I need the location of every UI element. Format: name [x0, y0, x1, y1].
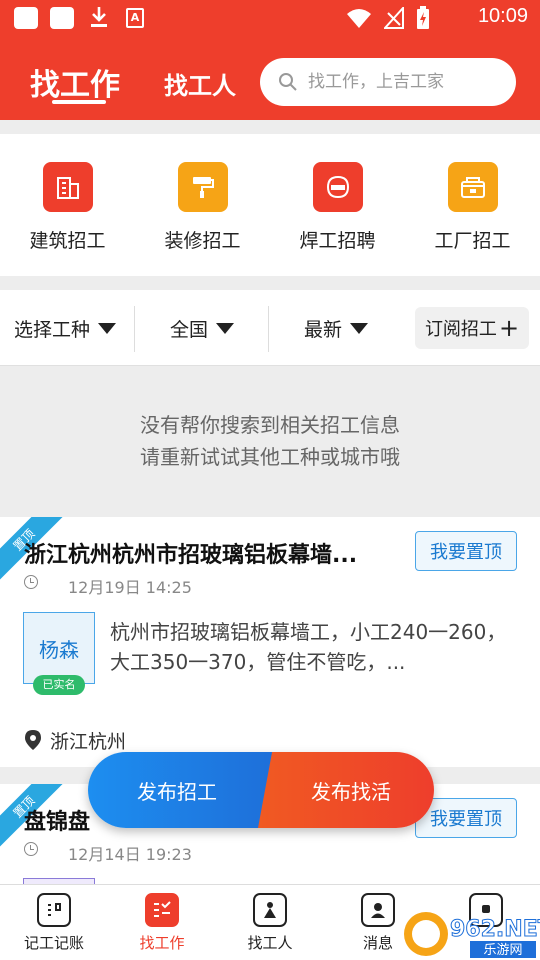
status-bar: A 10:09	[0, 0, 540, 36]
factory-icon	[447, 162, 498, 212]
filter-bar: 选择工种 全国 最新 订阅招工 +	[0, 290, 540, 366]
app-header: 找工作 找工人	[0, 36, 540, 120]
welding-mask-icon	[312, 162, 363, 212]
location-pin-icon	[25, 730, 41, 750]
worker-icon	[253, 893, 287, 927]
divider	[134, 306, 135, 352]
paint-roller-icon	[177, 162, 228, 212]
publish-floating-button: 发布招工 发布找活	[88, 752, 434, 828]
wifi-icon	[347, 9, 371, 28]
nav-find-job[interactable]: 找工作	[108, 885, 216, 960]
plus-icon: +	[498, 314, 520, 342]
active-tab-indicator	[52, 100, 106, 104]
ledger-icon	[37, 893, 71, 927]
category-construction[interactable]: 建筑招工	[0, 134, 135, 276]
nav-ledger[interactable]: 记工记账	[0, 885, 108, 960]
dropdown-arrow-icon	[350, 322, 369, 334]
search-bar[interactable]	[260, 58, 516, 106]
dropdown-arrow-icon	[98, 322, 117, 334]
clock-time: 10:09	[477, 5, 528, 27]
clock-icon	[24, 575, 38, 589]
app-notification-icon: A	[126, 8, 144, 28]
work-type-dropdown[interactable]: 选择工种	[14, 290, 117, 366]
building-icon	[42, 162, 93, 212]
clock-icon	[24, 842, 38, 856]
sort-dropdown[interactable]: 最新	[304, 290, 369, 366]
notification-icon	[14, 7, 38, 29]
find-work-button[interactable]: 发布找活	[258, 752, 434, 828]
category-grid: 建筑招工 装修招工 焊工招聘 工厂招工	[0, 134, 540, 276]
category-welding[interactable]: 焊工招聘	[270, 134, 405, 276]
sort-label: 最新	[304, 318, 343, 341]
region-dropdown[interactable]: 全国	[170, 290, 235, 366]
message-icon	[361, 893, 395, 927]
job-time: 12月14日 19:23	[68, 845, 192, 864]
category-label: 焊工招聘	[299, 230, 376, 252]
nav-label: 消息	[362, 934, 393, 952]
search-icon	[279, 73, 297, 91]
nav-label: 找工人	[247, 934, 293, 952]
site-watermark-logo: 962.NET 乐游网	[404, 912, 540, 958]
job-location: 浙江杭州	[50, 731, 127, 753]
subscribe-label: 订阅招工	[424, 319, 497, 340]
work-type-label: 选择工种	[14, 318, 91, 341]
subscribe-button[interactable]: 订阅招工 +	[415, 307, 529, 349]
tab-find-job[interactable]: 找工作	[30, 60, 120, 104]
nav-label: 找工作	[139, 934, 185, 952]
job-card[interactable]: 置顶 浙江杭州杭州市招玻璃铝板幕墙... 我要置顶 12月19日 14:25 杨…	[0, 517, 540, 767]
nav-find-worker[interactable]: 找工人	[216, 885, 324, 960]
search-input[interactable]	[308, 72, 498, 92]
job-time: 12月19日 14:25	[68, 578, 192, 597]
empty-message-line2: 请重新试试其他工种或城市哦	[140, 445, 400, 469]
category-decoration[interactable]: 装修招工	[135, 134, 270, 276]
svg-text:乐游网: 乐游网	[483, 943, 522, 958]
verified-badge: 已实名	[33, 675, 85, 695]
category-label: 装修招工	[164, 230, 241, 252]
empty-message-line1: 没有帮你搜索到相关招工信息	[140, 413, 400, 437]
battery-charging-icon	[417, 6, 429, 29]
avatar: 杨森	[23, 612, 95, 684]
job-list-icon	[145, 893, 179, 927]
nav-label: 记工记账	[23, 934, 84, 952]
notification-icon	[50, 7, 74, 29]
category-label: 建筑招工	[29, 230, 106, 252]
tab-find-worker[interactable]: 找工人	[164, 66, 236, 101]
job-description: 杭州市招玻璃铝板幕墙工，小工240一260，大工350一370，管住不管吃，..…	[110, 620, 507, 674]
pin-to-top-button[interactable]: 我要置顶	[415, 531, 517, 571]
divider	[268, 306, 269, 352]
post-job-button[interactable]: 发布招工	[88, 752, 274, 828]
category-factory[interactable]: 工厂招工	[405, 134, 540, 276]
dropdown-arrow-icon	[216, 322, 235, 334]
job-title: 浙江杭州杭州市招玻璃铝板幕墙...	[24, 543, 358, 568]
signal-icon	[384, 7, 404, 29]
category-label: 工厂招工	[434, 230, 511, 252]
region-label: 全国	[170, 318, 209, 341]
download-icon	[91, 7, 107, 27]
svg-text:962.NET: 962.NET	[450, 917, 540, 942]
empty-state: 没有帮你搜索到相关招工信息 请重新试试其他工种或城市哦	[0, 367, 540, 517]
